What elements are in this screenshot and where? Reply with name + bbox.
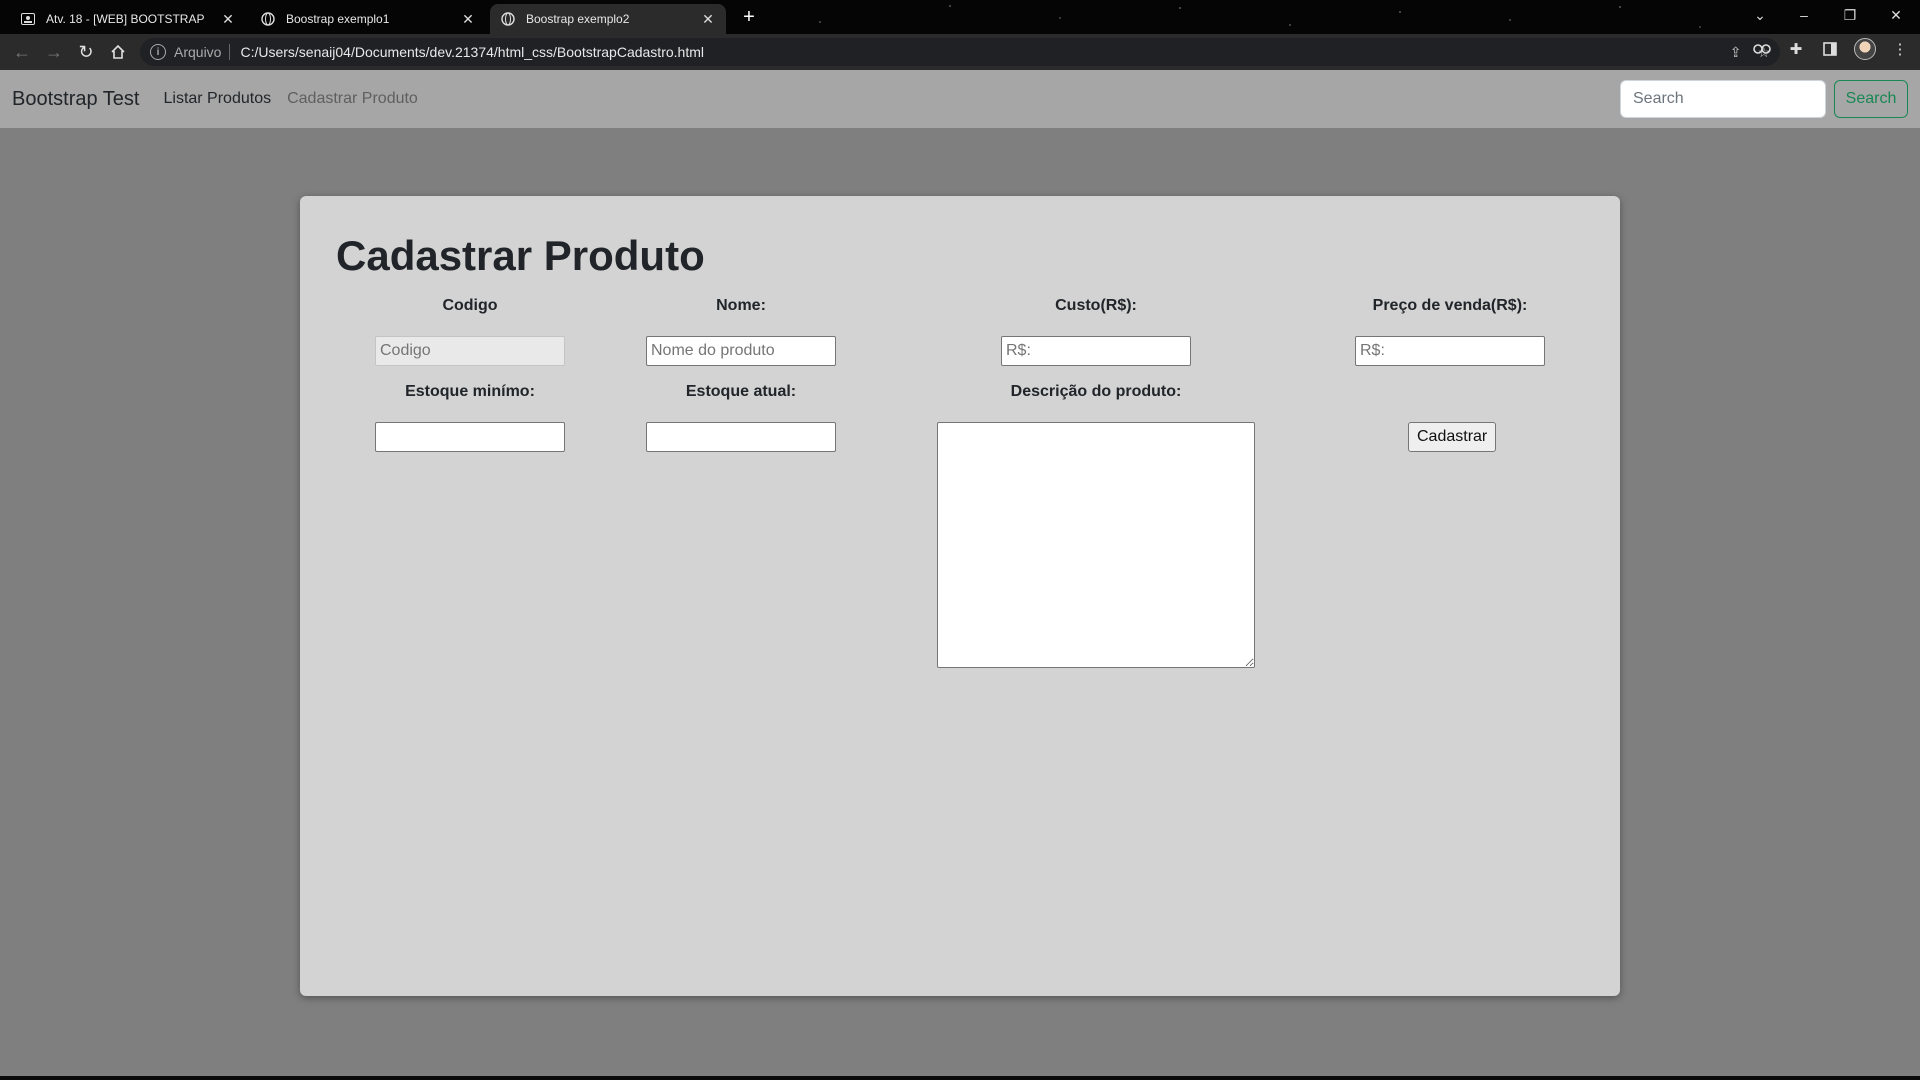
close-icon[interactable]: ✕ (460, 11, 476, 27)
home-icon[interactable] (102, 36, 134, 68)
estoque-atual-label: Estoque atual: (685, 383, 797, 400)
browser-tab-2[interactable]: Boostrap exemplo1 ✕ (250, 4, 486, 34)
product-form-card: Cadastrar Produto Codigo Nome: Custo(R$)… (300, 196, 1620, 996)
estoque-atual-input[interactable] (646, 422, 836, 452)
minimize-icon[interactable]: – (1782, 2, 1826, 28)
codigo-input (375, 336, 565, 366)
address-bar[interactable]: i Arquivo C:/Users/senaij04/Documents/de… (140, 38, 1780, 66)
tab-title: Atv. 18 - [WEB] BOOTSTRAP (46, 12, 205, 26)
custo-label: Custo(R$): (1055, 297, 1137, 314)
close-window-icon[interactable]: ✕ (1874, 2, 1918, 28)
descricao-textarea[interactable] (937, 422, 1255, 668)
navbar-brand[interactable]: Bootstrap Test (12, 88, 139, 111)
side-panel-icon[interactable] (1820, 39, 1840, 59)
tab-title: Boostrap exemplo2 (526, 12, 630, 26)
share-icon[interactable]: ⇪ (1730, 44, 1742, 61)
descricao-label: Descrição do produto: (1010, 383, 1182, 400)
close-icon[interactable]: ✕ (220, 11, 236, 27)
preco-input[interactable] (1355, 336, 1545, 366)
cadastrar-button[interactable]: Cadastrar (1408, 422, 1497, 452)
estoque-minimo-label: Estoque minímo: (405, 383, 535, 400)
restore-icon[interactable]: ❐ (1828, 2, 1872, 28)
search-input[interactable] (1620, 80, 1826, 118)
globe-icon (500, 11, 516, 27)
profile-avatar[interactable] (1854, 38, 1876, 60)
nome-label: Nome: (716, 297, 766, 314)
estoque-minimo-input[interactable] (375, 422, 565, 452)
info-icon[interactable]: i (150, 44, 166, 60)
page-icon (20, 11, 36, 27)
taskbar-edge (0, 1076, 1920, 1080)
address-url[interactable]: C:/Users/senaij04/Documents/dev.21374/ht… (240, 44, 704, 60)
extension-mask-icon[interactable] (1752, 39, 1772, 59)
browser-toolbar: ← → ↻ i Arquivo C:/Users/senaij04/Docume… (0, 34, 1920, 70)
menu-kebab-icon[interactable]: ⋮ (1890, 39, 1910, 59)
new-tab-plus-icon[interactable]: + (738, 6, 760, 28)
globe-icon (260, 11, 276, 27)
address-scheme: Arquivo (174, 44, 231, 60)
tab-search-chevron-icon[interactable]: ⌄ (1738, 2, 1782, 28)
site-navbar: Bootstrap Test Listar Produtos Cadastrar… (0, 70, 1920, 128)
nome-input[interactable] (646, 336, 836, 366)
codigo-label: Codigo (442, 297, 498, 314)
forward-arrow-icon[interactable]: → (38, 36, 70, 68)
browser-tab-1[interactable]: Atv. 18 - [WEB] BOOTSTRAP ✕ (10, 4, 246, 34)
reload-icon[interactable]: ↻ (70, 36, 102, 68)
nav-link-listar-produtos[interactable]: Listar Produtos (163, 90, 271, 108)
extensions-puzzle-icon[interactable]: ✚ (1786, 39, 1806, 59)
back-arrow-icon[interactable]: ← (6, 36, 38, 68)
nav-link-cadastrar-produto[interactable]: Cadastrar Produto (287, 90, 418, 108)
browser-tab-strip: Atv. 18 - [WEB] BOOTSTRAP ✕ Boostrap exe… (0, 0, 1920, 34)
close-icon[interactable]: ✕ (700, 11, 716, 27)
browser-tab-3[interactable]: Boostrap exemplo2 ✕ (490, 4, 726, 34)
tab-title: Boostrap exemplo1 (286, 12, 390, 26)
page-title: Cadastrar Produto (336, 232, 705, 279)
search-button[interactable]: Search (1834, 80, 1908, 118)
custo-input[interactable] (1001, 336, 1191, 366)
preco-label: Preço de venda(R$): (1372, 297, 1528, 314)
